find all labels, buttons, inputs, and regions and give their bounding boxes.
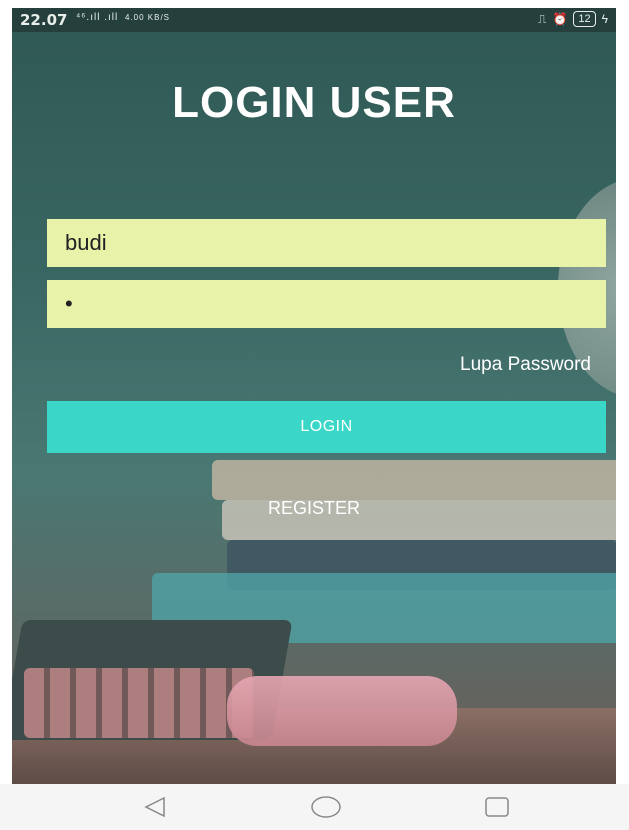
- battery-level: 12: [578, 13, 591, 25]
- login-button[interactable]: LOGIN: [47, 401, 606, 453]
- navigation-bar: [0, 784, 629, 830]
- password-input[interactable]: •: [47, 280, 606, 328]
- forgot-password-link[interactable]: Lupa Password: [460, 354, 591, 376]
- calculator-keys-decoration: [24, 668, 254, 738]
- password-value: •: [65, 291, 73, 316]
- alarm-icon: ⏰: [552, 12, 568, 26]
- register-button[interactable]: REGISTER: [12, 498, 616, 519]
- eraser-decoration: [227, 676, 457, 746]
- login-button-label: LOGIN: [300, 418, 353, 435]
- charging-icon: ϟ: [601, 12, 608, 26]
- home-icon[interactable]: [310, 795, 342, 819]
- status-right: ⎍ ⏰ 12 ϟ: [538, 11, 608, 27]
- signal-text: ⁴⁶.ıll .ıll: [76, 12, 119, 23]
- battery-icon: 12: [573, 11, 596, 27]
- back-icon[interactable]: [142, 795, 168, 819]
- signal-icon: ⁴⁶.ıll .ıll 4.00 KB/S: [76, 12, 170, 23]
- app-screen: 22.07 ⁴⁶.ıll .ıll 4.00 KB/S ⎍ ⏰ 12 ϟ LOG…: [12, 8, 616, 784]
- status-bar: 22.07 ⁴⁶.ıll .ıll 4.00 KB/S ⎍ ⏰ 12 ϟ: [12, 8, 616, 32]
- page-title: LOGIN USER: [172, 78, 456, 127]
- recents-icon[interactable]: [484, 795, 510, 819]
- net-speed: 4.00 KB/S: [124, 13, 171, 22]
- book-decoration: [212, 460, 616, 500]
- vibrate-icon: ⎍: [538, 11, 547, 26]
- username-input[interactable]: budi: [47, 219, 606, 267]
- status-time: 22.07: [20, 11, 68, 29]
- username-value: budi: [65, 230, 107, 255]
